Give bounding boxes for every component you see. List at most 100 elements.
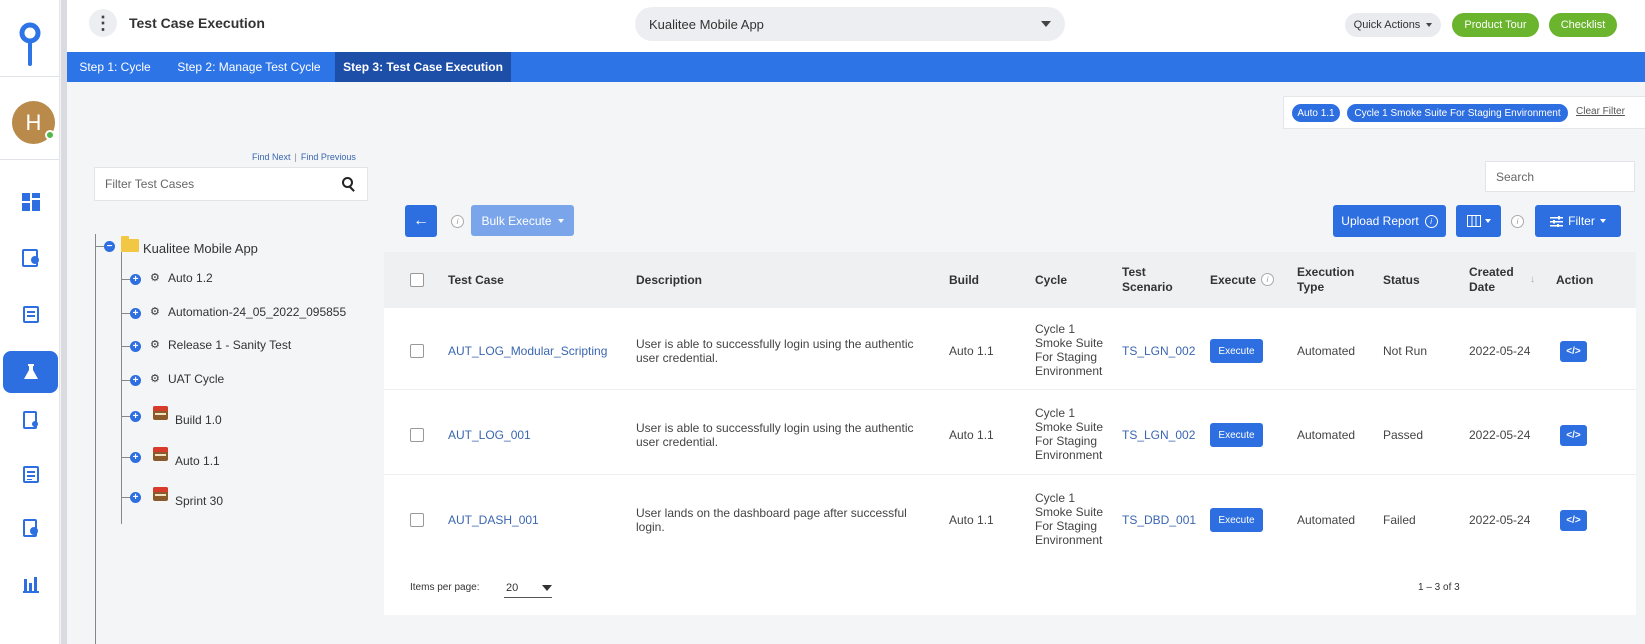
row-checkbox[interactable]: [410, 513, 424, 527]
tree-item-label[interactable]: Auto 1.1: [175, 454, 220, 468]
requirements-icon[interactable]: [19, 246, 43, 270]
checklist-button[interactable]: Checklist: [1549, 13, 1617, 37]
code-action-icon[interactable]: </>: [1560, 510, 1587, 531]
execute-button[interactable]: Execute: [1210, 339, 1263, 363]
filter-chip-build[interactable]: Auto 1.1: [1292, 104, 1340, 122]
test-case-link[interactable]: AUT_DASH_001: [448, 513, 539, 527]
tree-item-label[interactable]: UAT Cycle: [168, 372, 224, 386]
expand-icon[interactable]: +: [130, 492, 141, 503]
header-test-scenario-line1[interactable]: Test: [1122, 265, 1146, 279]
test-scenario-link[interactable]: TS_LGN_002: [1122, 344, 1195, 358]
expand-icon[interactable]: +: [130, 341, 141, 352]
find-previous-link[interactable]: Find Previous: [301, 152, 356, 162]
separator: |: [294, 152, 297, 162]
info-icon[interactable]: i: [1511, 215, 1524, 228]
kualitee-logo[interactable]: [18, 22, 42, 68]
grid-header: Test Case Description Build Cycle Test S…: [384, 252, 1636, 308]
header-action[interactable]: Action: [1556, 273, 1593, 287]
search-icon[interactable]: [341, 176, 357, 192]
header-test-scenario-line2[interactable]: Scenario: [1122, 280, 1173, 294]
test-scenario-link[interactable]: TS_LGN_002: [1122, 428, 1195, 442]
test-lab-flask-icon[interactable]: [19, 360, 43, 384]
product-tour-button[interactable]: Product Tour: [1452, 13, 1539, 37]
search-input[interactable]: Search: [1485, 161, 1635, 192]
test-case-link[interactable]: AUT_LOG_001: [448, 428, 531, 442]
header-execution-type-line1[interactable]: Execution: [1297, 265, 1354, 279]
execute-button[interactable]: Execute: [1210, 423, 1263, 447]
dashboard-icon[interactable]: [19, 190, 43, 214]
created-date-value: 2022-05-24: [1469, 428, 1531, 442]
row-checkbox[interactable]: [410, 344, 424, 358]
back-button[interactable]: ←: [405, 205, 437, 237]
expand-icon[interactable]: +: [130, 452, 141, 463]
cycle-line: Smoke Suite: [1035, 505, 1104, 519]
header-status[interactable]: Status: [1383, 273, 1420, 287]
header-created-date-line1[interactable]: Created: [1469, 265, 1514, 279]
reports-search-icon[interactable]: [19, 516, 43, 540]
tree-item-label[interactable]: Auto 1.2: [168, 271, 213, 285]
bulk-execute-label: Bulk Execute: [481, 213, 552, 228]
cycle-line: Cycle 1: [1035, 322, 1076, 336]
header-cycle[interactable]: Cycle: [1035, 273, 1067, 287]
code-action-icon[interactable]: </>: [1560, 425, 1587, 446]
expand-icon[interactable]: +: [130, 274, 141, 285]
clear-filter-link[interactable]: Clear Filter: [1576, 106, 1625, 117]
tree-item-label[interactable]: Sprint 30: [175, 494, 223, 508]
code-action-icon[interactable]: </>: [1560, 341, 1587, 362]
test-scenario-link[interactable]: TS_DBD_001: [1122, 513, 1196, 527]
header-build[interactable]: Build: [949, 273, 979, 287]
filter-chip-cycle[interactable]: Cycle 1 Smoke Suite For Staging Environm…: [1347, 104, 1568, 122]
filter-test-cases-placeholder: Filter Test Cases: [105, 177, 195, 191]
collapse-icon[interactable]: −: [104, 241, 115, 252]
analytics-chart-icon[interactable]: [19, 572, 43, 596]
header-execute[interactable]: Execute: [1210, 273, 1256, 287]
checklist-icon[interactable]: [19, 462, 43, 486]
rail-scrollbar[interactable]: [61, 0, 67, 644]
top-header: ⋮ Test Case Execution Kualitee Mobile Ap…: [67, 0, 1645, 52]
test-cases-icon[interactable]: [19, 302, 43, 326]
header-test-case[interactable]: Test Case: [448, 273, 504, 287]
created-date-value: 2022-05-24: [1469, 513, 1531, 527]
tree-item-label[interactable]: Automation-24_05_2022_095855: [168, 305, 346, 319]
defects-icon[interactable]: [19, 408, 43, 432]
cycle-line: For Staging: [1035, 350, 1098, 364]
step-manage-test-cycle[interactable]: Step 2: Manage Test Cycle: [163, 52, 335, 82]
project-select[interactable]: Kualitee Mobile App: [635, 7, 1065, 41]
execute-button[interactable]: Execute: [1210, 508, 1263, 532]
cycle-line: Environment: [1035, 364, 1103, 378]
step-test-case-execution[interactable]: Step 3: Test Case Execution: [335, 52, 511, 82]
info-icon[interactable]: i: [1261, 273, 1274, 286]
sliders-icon: [1550, 215, 1564, 227]
select-all-checkbox[interactable]: [410, 273, 424, 287]
bulk-execute-button[interactable]: Bulk Execute: [471, 205, 574, 236]
tree-root-label[interactable]: Kualitee Mobile App: [143, 241, 258, 256]
kebab-menu-icon[interactable]: ⋮: [89, 9, 117, 37]
tree-item-label[interactable]: Build 1.0: [175, 413, 222, 427]
page-title: Test Case Execution: [129, 15, 265, 31]
expand-icon[interactable]: +: [130, 308, 141, 319]
step-cycle[interactable]: Step 1: Cycle: [67, 52, 163, 82]
info-icon[interactable]: i: [451, 215, 464, 228]
cycle-line: Cycle 1: [1035, 406, 1076, 420]
test-case-link[interactable]: AUT_LOG_Modular_Scripting: [448, 344, 607, 358]
cycle-line: Smoke Suite: [1035, 336, 1104, 350]
columns-toggle-button[interactable]: [1456, 205, 1501, 237]
quick-actions-button[interactable]: Quick Actions: [1345, 13, 1441, 37]
header-description[interactable]: Description: [636, 273, 702, 287]
filter-button[interactable]: Filter: [1535, 205, 1621, 237]
expand-icon[interactable]: +: [130, 411, 141, 422]
upload-report-button[interactable]: Upload Report i: [1333, 205, 1446, 237]
header-created-date-line2[interactable]: Date: [1469, 280, 1495, 294]
tree-line: [121, 252, 122, 524]
sort-arrow-down-icon[interactable]: ↓: [1530, 274, 1535, 285]
filter-test-cases-input[interactable]: Filter Test Cases: [94, 167, 368, 201]
tree-item-label[interactable]: Release 1 - Sanity Test: [168, 338, 291, 352]
status-value: Failed: [1383, 513, 1416, 527]
find-next-link[interactable]: Find Next: [252, 152, 291, 162]
header-execution-type-line2[interactable]: Type: [1297, 280, 1324, 294]
items-per-page-select[interactable]: 20: [504, 578, 552, 598]
row-checkbox[interactable]: [410, 428, 424, 442]
arrow-left-icon: ←: [413, 212, 429, 229]
rail-divider: [0, 76, 60, 77]
expand-icon[interactable]: +: [130, 375, 141, 386]
